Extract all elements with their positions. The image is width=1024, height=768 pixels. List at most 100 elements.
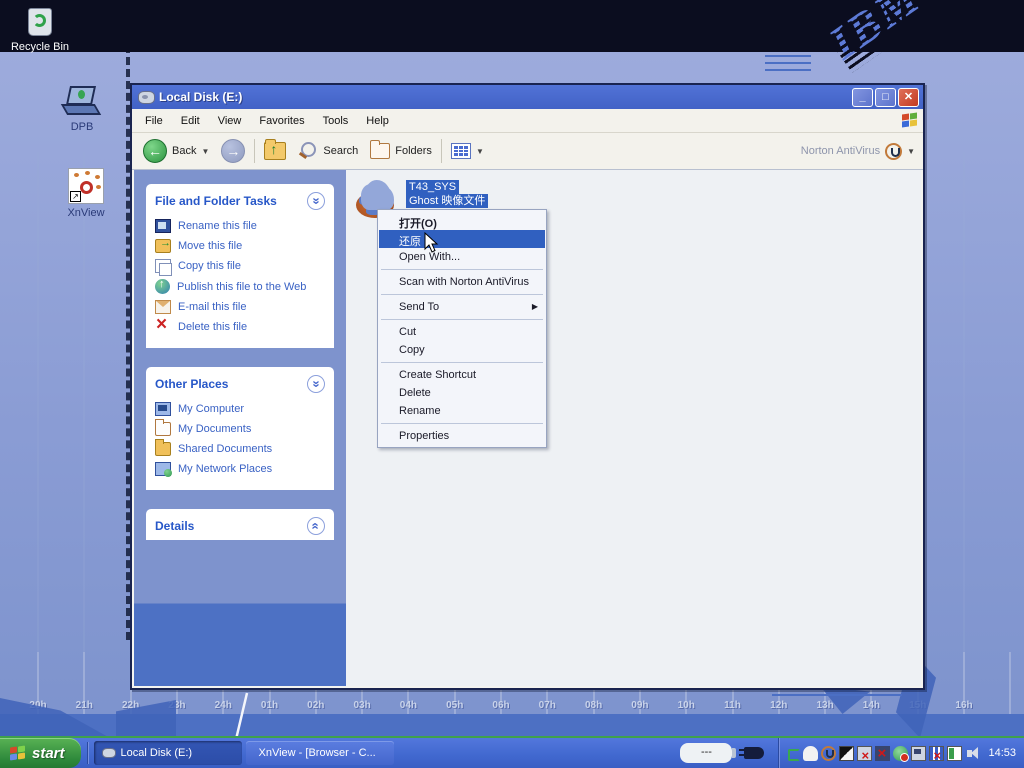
- context-menu-item[interactable]: Copy: [379, 341, 545, 359]
- context-menu-item[interactable]: Open With...: [379, 248, 545, 266]
- toolbar: ← Back ▼ → Search Folders ▼: [132, 133, 923, 170]
- window-titlebar[interactable]: Local Disk (E:) _ □ ✕: [132, 85, 923, 109]
- task-link-mydocuments[interactable]: My Documents: [155, 419, 325, 439]
- timeline-hour-label: 09h: [631, 700, 648, 711]
- other-places-box: Other Places « My ComputerMy DocumentsSh…: [146, 367, 334, 490]
- ghost-tray-icon[interactable]: [803, 746, 818, 761]
- collapse-chevron-icon[interactable]: «: [307, 192, 325, 210]
- back-button[interactable]: ← Back ▼: [140, 137, 212, 165]
- task-link-move[interactable]: Move this file: [155, 236, 325, 256]
- pinwheel-tray-icon[interactable]: [839, 746, 854, 761]
- start-button[interactable]: start: [0, 738, 81, 768]
- menu-tools[interactable]: Tools: [314, 112, 358, 130]
- volume-tray-icon[interactable]: [965, 746, 980, 761]
- timeline-hour-label: 12h: [770, 700, 787, 711]
- norton-antivirus-button[interactable]: Norton AntiVirus ▼: [801, 143, 915, 160]
- timeline-hour-label: 13h: [816, 700, 833, 711]
- start-label: start: [32, 745, 65, 762]
- context-menu-item[interactable]: Send To▶: [379, 298, 545, 316]
- chart-x-tray-icon[interactable]: [929, 746, 944, 761]
- battery-indicator[interactable]: ---: [680, 743, 732, 763]
- menu-file[interactable]: File: [136, 112, 172, 130]
- desktop-icon-recycle-bin[interactable]: Recycle Bin: [2, 4, 78, 53]
- folders-button[interactable]: Folders: [367, 141, 435, 161]
- recycle-bin-icon: [23, 4, 57, 38]
- menu-help[interactable]: Help: [357, 112, 398, 130]
- context-menu-item[interactable]: Create Shortcut: [379, 366, 545, 384]
- timeline-hour-label: 21h: [76, 700, 93, 711]
- norton-label: Norton AntiVirus: [801, 145, 880, 157]
- context-menu-item[interactable]: Properties: [379, 427, 545, 445]
- up-button[interactable]: [261, 140, 289, 162]
- wallpaper-top-band: IBM: [0, 0, 1024, 52]
- norton-tray-icon[interactable]: [821, 746, 836, 761]
- collapse-chevron-icon[interactable]: «: [307, 375, 325, 393]
- power-plug-icon: [744, 747, 764, 759]
- menu-edit[interactable]: Edit: [172, 112, 209, 130]
- update-arrows-tray-icon[interactable]: [785, 746, 800, 761]
- xnview-icon: ↗: [68, 168, 104, 204]
- task-link-publish[interactable]: Publish this file to the Web: [155, 276, 325, 297]
- taskbar-task-1[interactable]: XnView - [Browser - C...: [246, 741, 394, 765]
- menu-view[interactable]: View: [209, 112, 251, 130]
- network-x-tray-icon[interactable]: [857, 746, 872, 761]
- context-menu-item[interactable]: 打开(O): [379, 212, 545, 230]
- task-link-delete[interactable]: Delete this file: [155, 317, 325, 337]
- ime-tray-icon[interactable]: [947, 746, 962, 761]
- task-link-shareddocs[interactable]: Shared Documents: [155, 439, 325, 459]
- panel-title: File and Folder Tasks: [155, 194, 277, 208]
- timeline-hour-label: 16h: [955, 700, 972, 711]
- desktop-screen: 20h21h22h23h24h01h02h03h04h05h06h07h08h0…: [0, 0, 1024, 768]
- back-icon: ←: [143, 139, 167, 163]
- views-button[interactable]: ▼: [448, 141, 487, 161]
- context-menu-item[interactable]: Delete: [379, 384, 545, 402]
- context-menu-item[interactable]: Scan with Norton AntiVirus: [379, 273, 545, 291]
- folders-icon: [370, 143, 390, 159]
- timeline-hour-label: 11h: [724, 700, 741, 711]
- desktop-icon-dpb[interactable]: DPB: [44, 84, 120, 133]
- close-button[interactable]: ✕: [898, 88, 919, 107]
- expand-chevron-icon[interactable]: «: [307, 517, 325, 535]
- file-and-folder-tasks-box: File and Folder Tasks « Rename this file…: [146, 184, 334, 348]
- task-pane: File and Folder Tasks « Rename this file…: [134, 170, 346, 686]
- agent-tray-icon[interactable]: [893, 746, 908, 761]
- task-link-email[interactable]: E-mail this file: [155, 297, 325, 317]
- context-menu-item[interactable]: 还原: [379, 230, 545, 248]
- search-button[interactable]: Search: [295, 139, 361, 163]
- forward-button[interactable]: →: [218, 137, 248, 165]
- context-menu-separator: [381, 294, 543, 295]
- task-label: Local Disk (E:): [121, 747, 193, 759]
- context-menu-separator: [381, 269, 543, 270]
- context-menu-item[interactable]: Rename: [379, 402, 545, 420]
- copy-icon: [155, 259, 171, 273]
- laptop-icon: [62, 84, 102, 118]
- toolbar-separator: [441, 139, 442, 163]
- maximize-button[interactable]: □: [875, 88, 896, 107]
- context-menu-separator: [381, 319, 543, 320]
- taskbar-task-0[interactable]: Local Disk (E:): [94, 741, 242, 765]
- windows-flag-icon: [10, 746, 26, 761]
- task-link-mynetwork[interactable]: My Network Places: [155, 459, 325, 479]
- publish-icon: [155, 279, 170, 294]
- norton-icon: [885, 143, 902, 160]
- search-label: Search: [323, 145, 358, 157]
- menu-favorites[interactable]: Favorites: [250, 112, 313, 130]
- context-menu-item[interactable]: Cut: [379, 323, 545, 341]
- file-name: T43_SYS: [406, 180, 459, 194]
- computers-tray-icon[interactable]: [911, 746, 926, 761]
- timeline-hour-label: 01h: [261, 700, 278, 711]
- timeline-hour-label: 06h: [492, 700, 509, 711]
- task-link-rename[interactable]: Rename this file: [155, 216, 325, 236]
- search-icon: [298, 141, 318, 161]
- desktop-icon-label: XnView: [48, 207, 124, 219]
- minimize-button[interactable]: _: [852, 88, 873, 107]
- conn-x-tray-icon[interactable]: [875, 746, 890, 761]
- task-link-mycomputer[interactable]: My Computer: [155, 399, 325, 419]
- timeline-hour-label: 24h: [215, 700, 232, 711]
- taskbar: start Local Disk (E:) XnView - [Browser -…: [0, 738, 1024, 768]
- timeline-hour-label: 14h: [863, 700, 880, 711]
- timeline-hour-label: 03h: [353, 700, 370, 711]
- task-link-copy[interactable]: Copy this file: [155, 256, 325, 276]
- desktop-icon-xnview[interactable]: ↗ XnView: [48, 168, 124, 219]
- timeline-hour-label: 07h: [539, 700, 556, 711]
